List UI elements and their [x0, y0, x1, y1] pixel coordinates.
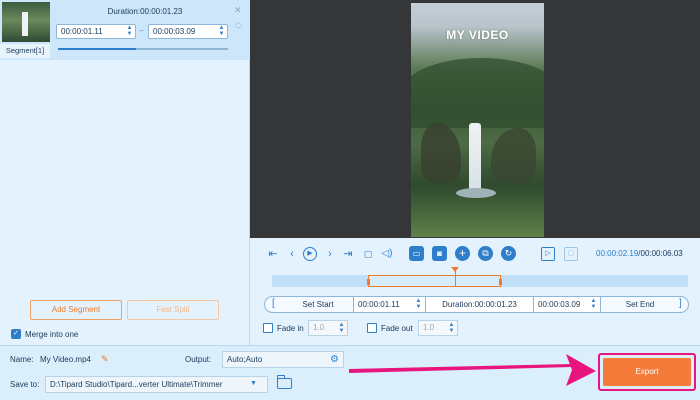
save-to-label: Save to:	[10, 380, 40, 389]
output-label: Output:	[185, 355, 212, 364]
fade-in-label: Fade in	[277, 324, 304, 333]
range-controls: [ Set Start 00:00:01.11 ▲ ▼ Duration:00:0…	[264, 296, 689, 313]
range-start-stepper-icon[interactable]: ▲ ▼	[415, 298, 422, 310]
segment-card[interactable]: Segment[1] Duration:00:00:01.23 00:00:01…	[0, 0, 250, 60]
name-label: Name:	[10, 355, 34, 364]
chevron-down-icon[interactable]: ▼	[250, 380, 257, 387]
folder-icon[interactable]	[276, 375, 292, 389]
range-dash: –	[139, 26, 144, 35]
segment-progress-bar	[58, 48, 228, 50]
add-icon[interactable]: +	[455, 246, 470, 261]
close-icon[interactable]: ✕	[234, 5, 242, 16]
range-end-value: 00:00:03.09	[538, 300, 581, 309]
segment-start-stepper-icon[interactable]: ▲ ▼	[126, 25, 133, 37]
fast-split-button[interactable]: Fast Split	[127, 300, 219, 320]
copy-segment-icon[interactable]: ▭	[409, 246, 424, 261]
timeline-selection[interactable]	[366, 275, 502, 287]
segment-panel: Segment[1] Duration:00:00:01.23 00:00:01…	[0, 0, 250, 345]
video-overlay-title: MY VIDEO	[446, 28, 509, 42]
playhead-marker-icon[interactable]	[451, 267, 460, 272]
video-frame: MY VIDEO	[411, 3, 544, 237]
bottom-bar: Name: My Video.mp4 ✎ Output: Auto;Auto ⚙…	[0, 345, 700, 400]
play-icon[interactable]: ▶	[303, 247, 317, 261]
volume-icon[interactable]: ◁)	[380, 247, 394, 261]
start-bracket-icon: [	[272, 298, 275, 309]
fade-out-stepper-icon[interactable]: ▲ ▼	[448, 322, 455, 334]
fade-out-checkbox[interactable]	[367, 323, 377, 333]
playback-controls: ⇤ ‹ ▶ › ⇥ ▢ ◁) ▭ ◙ + ⧉ ↻ ▷ ▢ 00:00:02.19…	[250, 238, 700, 345]
fade-out-label: Fade out	[381, 324, 413, 333]
selection-end-handle[interactable]	[498, 279, 502, 285]
fade-in-input[interactable]: 1.0 ▲ ▼	[308, 320, 348, 336]
total-time: /00:00:06.03	[638, 249, 683, 258]
time-readout: 00:00:02.19/00:00:06.03	[596, 249, 683, 258]
merge-checkbox[interactable]: ✓	[11, 329, 21, 339]
save-path-field[interactable]: D:\Tipard Studio\Tipard...verter Ultimat…	[45, 376, 268, 393]
segment-start-value: 00:00:01.11	[61, 27, 103, 36]
merge-label: Merge into one	[25, 330, 79, 339]
current-time: 00:00:02.19	[596, 249, 639, 258]
range-end-field[interactable]: 00:00:03.09 ▲ ▼	[533, 297, 601, 312]
selection-start-handle[interactable]	[366, 279, 370, 285]
duplicate-icon[interactable]: ⧉	[478, 246, 493, 261]
range-start-value: 00:00:01.11	[358, 300, 400, 309]
fade-in-checkbox[interactable]	[263, 323, 273, 333]
next-frame-icon[interactable]: ›	[323, 247, 337, 261]
gear-icon[interactable]: ⚙	[330, 352, 339, 367]
move-down-icon[interactable]: ﹀	[235, 25, 242, 35]
set-start-button[interactable]: Set Start	[283, 298, 353, 311]
range-start-field[interactable]: 00:00:01.11 ▲ ▼	[353, 297, 425, 312]
speed-icon[interactable]: ▷	[541, 247, 555, 261]
video-preview: MY VIDEO	[250, 0, 700, 238]
snapshot-icon[interactable]: ◙	[432, 246, 447, 261]
end-bracket-icon: ]	[679, 298, 682, 309]
stop-icon[interactable]: ▢	[361, 247, 375, 261]
range-duration: Duration:00:00:01.23	[425, 297, 533, 312]
segment-duration: Duration:00:00:01.23	[107, 7, 183, 16]
fullscreen-icon[interactable]: ▢	[564, 247, 578, 261]
segment-start-field[interactable]: 00:00:01.11 ▲ ▼	[56, 24, 136, 39]
output-settings-field[interactable]: Auto;Auto ⚙	[222, 351, 344, 368]
name-value: My Video.mp4	[40, 355, 91, 364]
add-segment-button[interactable]: Add Segment	[30, 300, 122, 320]
prev-frame-icon[interactable]: ‹	[285, 247, 299, 261]
to-end-icon[interactable]: ⇥	[341, 247, 355, 261]
fade-in-stepper-icon[interactable]: ▲ ▼	[338, 322, 345, 334]
fade-out-input[interactable]: 1.0 ▲ ▼	[418, 320, 458, 336]
range-end-stepper-icon[interactable]: ▲ ▼	[590, 298, 597, 310]
fade-in-value: 1.0	[313, 323, 325, 332]
to-start-icon[interactable]: ⇤	[266, 247, 280, 261]
timeline-track[interactable]	[272, 267, 688, 287]
rotate-icon[interactable]: ↻	[501, 246, 516, 261]
segment-end-value: 00:00:03.09	[153, 27, 196, 36]
edit-name-icon[interactable]: ✎	[101, 354, 109, 365]
output-value: Auto;Auto	[227, 355, 263, 364]
segment-end-field[interactable]: 00:00:03.09 ▲ ▼	[148, 24, 228, 39]
export-button[interactable]: Export	[603, 358, 691, 386]
segment-end-stepper-icon[interactable]: ▲ ▼	[218, 25, 225, 37]
set-end-button[interactable]: Set End	[605, 298, 675, 311]
segment-thumbnail	[2, 2, 50, 42]
segment-caption: Segment[1]	[0, 44, 50, 58]
fade-out-value: 1.0	[423, 323, 435, 332]
